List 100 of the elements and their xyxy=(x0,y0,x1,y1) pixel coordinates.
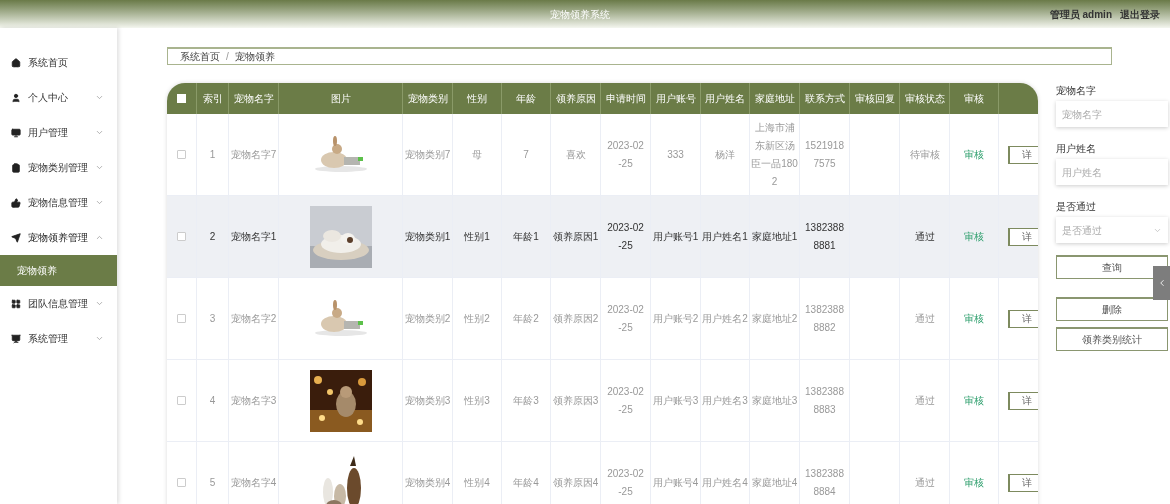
table-cell-text: 待审核 xyxy=(909,147,940,162)
detail-button[interactable]: 详 xyxy=(1008,309,1038,328)
breadcrumb-separator: / xyxy=(226,50,229,64)
display-icon xyxy=(11,333,21,344)
table-cell-text: 2023-02-25 xyxy=(606,302,645,335)
review-link[interactable]: 审核 xyxy=(964,147,984,162)
table-cell-text: 2023-02-25 xyxy=(606,384,645,417)
table-cell-text: 13823888882 xyxy=(805,302,844,335)
filter-label: 用户姓名 xyxy=(1056,142,1097,155)
table-cell-text: 年龄4 xyxy=(513,475,539,490)
table-cell-text: 性别3 xyxy=(464,393,490,408)
detail-button[interactable]: 详 xyxy=(1008,391,1038,410)
table-cell-text: 通过 xyxy=(914,311,935,326)
review-link[interactable]: 审核 xyxy=(964,393,984,408)
table-cell-text: 家庭地址4 xyxy=(751,475,798,490)
table-cell-text: 性别2 xyxy=(464,311,490,326)
detail-button[interactable]: 详 xyxy=(1008,145,1038,164)
sidebar-item[interactable]: 宠物类别管理 xyxy=(0,150,117,185)
action-button[interactable]: 领养类别统计 xyxy=(1056,327,1168,351)
chevron-down-icon xyxy=(95,198,104,207)
row-checkbox[interactable] xyxy=(177,314,186,323)
chevron-down-icon xyxy=(95,93,104,102)
table-cell-text: 2 xyxy=(209,229,216,244)
row-checkbox[interactable] xyxy=(177,478,186,487)
table-cell-text: 用户姓名4 xyxy=(702,475,748,490)
table-cell-text: 通过 xyxy=(914,393,935,408)
chevron-down-icon xyxy=(95,334,104,343)
table-cell-text: 用户账号2 xyxy=(652,311,699,326)
table-cell-text: 用户账号3 xyxy=(652,393,699,408)
table-cell-text: 13823888884 xyxy=(805,466,844,499)
table-cell-text: 15219187575 xyxy=(805,138,844,171)
review-link[interactable]: 审核 xyxy=(964,475,984,490)
table-cell-text: 领养原因4 xyxy=(552,475,599,490)
table-cell-text: 宠物类别2 xyxy=(404,311,451,326)
table-cell-text: 宠物名字1 xyxy=(230,229,277,244)
sidebar-item[interactable]: 个人中心 xyxy=(0,80,117,115)
table-cell-text: 宠物类别1 xyxy=(404,229,451,244)
table-cell-text: 13823888883 xyxy=(805,384,844,417)
sidebar-item[interactable]: 宠物信息管理 xyxy=(0,185,117,220)
table-cell-text: 7 xyxy=(523,147,529,162)
table-cell-text: 用户姓名2 xyxy=(702,311,748,326)
sidebar-item[interactable]: 宠物领养管理 xyxy=(0,220,117,255)
table-cell-text: 领养原因2 xyxy=(552,311,599,326)
table-cell-text: 年龄3 xyxy=(513,393,539,408)
table-cell-text: 宠物类别3 xyxy=(404,393,451,408)
table-cell-text: 4 xyxy=(209,393,216,408)
table-cell-text: 用户姓名3 xyxy=(702,393,748,408)
home-icon xyxy=(11,57,21,68)
table-cell-text: 通过 xyxy=(914,229,935,244)
table-cell-text: 性别1 xyxy=(464,229,490,244)
input-field[interactable]: 宠物名字 xyxy=(1056,101,1168,127)
table-cell-text: 年龄2 xyxy=(513,311,539,326)
app-title: 宠物领养系统 xyxy=(550,7,610,22)
logout-link[interactable]: 退出登录 xyxy=(1120,6,1160,22)
sidebar-item[interactable]: 团队信息管理 xyxy=(0,286,117,321)
table-cell-text: 用户账号1 xyxy=(652,229,699,244)
table-cell-text: 母 xyxy=(472,147,482,162)
chevron-up-icon xyxy=(95,233,104,242)
action-button[interactable]: 删除 xyxy=(1056,297,1168,321)
filter-label: 宠物名字 xyxy=(1056,84,1097,97)
breadcrumb-link[interactable]: 宠物领养 xyxy=(234,49,275,64)
action-button[interactable]: 查询 xyxy=(1056,255,1168,279)
table-cell-text: 宠物类别4 xyxy=(404,475,451,490)
monitor-icon xyxy=(11,127,21,138)
table-cell-text: 2023-02-25 xyxy=(606,220,645,253)
breadcrumb-link[interactable]: 系统首页 xyxy=(180,49,220,64)
sidebar-item[interactable]: 用户管理 xyxy=(0,115,117,150)
table-cell-text: 喜欢 xyxy=(565,147,586,162)
table-cell-text: 年龄1 xyxy=(513,229,539,244)
grid-icon xyxy=(11,298,21,309)
sidebar-item[interactable]: 系统管理 xyxy=(0,321,117,356)
filter-label: 是否通过 xyxy=(1056,200,1097,213)
sidebar-item[interactable]: 系统首页 xyxy=(0,45,117,80)
review-link[interactable]: 审核 xyxy=(964,311,984,326)
paper-plane-icon xyxy=(11,232,21,243)
table-cell-text: 宠物名字7 xyxy=(230,147,277,162)
row-checkbox[interactable] xyxy=(177,150,186,159)
table-cell-text: 家庭地址2 xyxy=(751,311,798,326)
detail-button[interactable]: 详 xyxy=(1008,227,1038,246)
table-cell-text: 用户账号4 xyxy=(652,475,699,490)
table-cell-text: 用户姓名1 xyxy=(702,229,748,244)
table-cell-text: 通过 xyxy=(914,475,935,490)
table-cell-text: 5 xyxy=(209,475,216,490)
table-cell-text: 2023-02-25 xyxy=(606,138,645,171)
thumbs-up-icon xyxy=(11,197,21,208)
table-cell-text: 3 xyxy=(209,311,216,326)
table-cell-text: 领养原因1 xyxy=(552,229,599,244)
chevron-down-icon xyxy=(95,128,104,137)
header-checkbox[interactable] xyxy=(177,94,186,103)
table-cell-text: 2023-02-25 xyxy=(606,466,645,499)
row-checkbox[interactable] xyxy=(177,232,186,241)
detail-button[interactable]: 详 xyxy=(1008,473,1038,492)
table-cell-text: 家庭地址1 xyxy=(751,229,798,244)
user-icon xyxy=(11,92,21,103)
table-cell-text: 宠物类别7 xyxy=(404,147,451,162)
submenu-item[interactable]: 宠物领养 xyxy=(0,255,117,286)
input-field[interactable]: 用户姓名 xyxy=(1056,159,1168,185)
collapse-handle[interactable] xyxy=(1153,266,1170,300)
admin-label: 管理员 admin xyxy=(1049,7,1112,22)
row-checkbox[interactable] xyxy=(177,396,186,405)
